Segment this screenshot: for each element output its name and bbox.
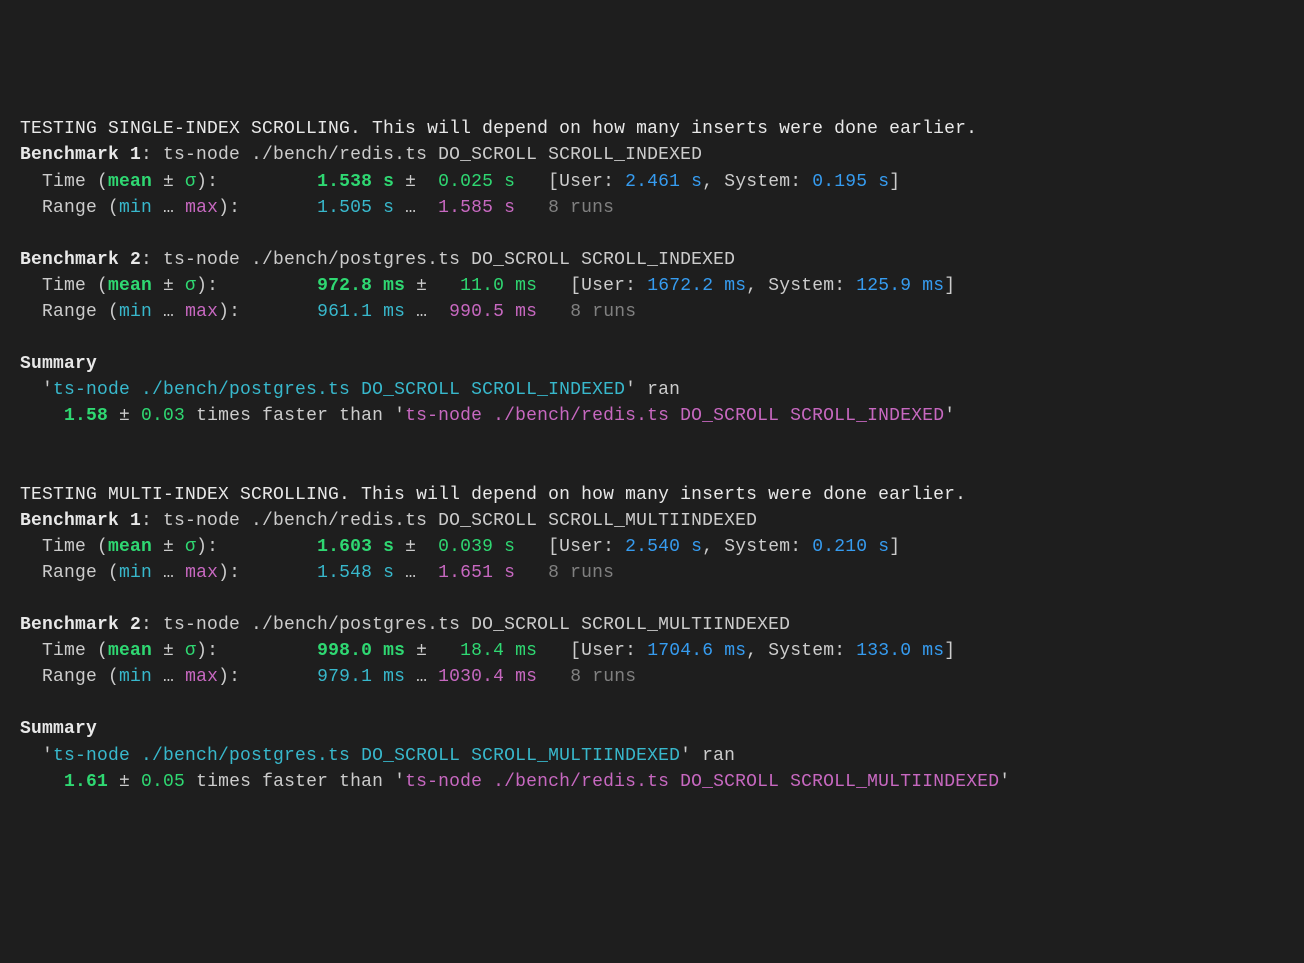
blank-line [20, 325, 1284, 351]
summary-header: Summary [20, 351, 1284, 377]
range-line: Range (min … max): 1.548 s … 1.651 s 8 r… [20, 560, 1284, 586]
benchmark-section: TESTING SINGLE-INDEX SCROLLING. This wil… [20, 116, 1284, 429]
time-line: Time (mean ± σ): 998.0 ms ± 18.4 ms [Use… [20, 638, 1284, 664]
benchmark-header: Benchmark 2: ts-node ./bench/postgres.ts… [20, 612, 1284, 638]
time-line: Time (mean ± σ): 972.8 ms ± 11.0 ms [Use… [20, 273, 1284, 299]
section-header: TESTING MULTI-INDEX SCROLLING. This will… [20, 482, 1284, 508]
section-header: TESTING SINGLE-INDEX SCROLLING. This wil… [20, 116, 1284, 142]
blank-line [20, 456, 1284, 482]
blank-line [20, 221, 1284, 247]
benchmark-header: Benchmark 1: ts-node ./bench/redis.ts DO… [20, 508, 1284, 534]
range-line: Range (min … max): 961.1 ms … 990.5 ms 8… [20, 299, 1284, 325]
time-line: Time (mean ± σ): 1.603 s ± 0.039 s [User… [20, 534, 1284, 560]
blank-line [20, 690, 1284, 716]
summary-factor: 1.58 ± 0.03 times faster than 'ts-node .… [20, 403, 1284, 429]
summary-factor: 1.61 ± 0.05 times faster than 'ts-node .… [20, 769, 1284, 795]
terminal-output: TESTING SINGLE-INDEX SCROLLING. This wil… [20, 116, 1284, 794]
summary-winner: 'ts-node ./bench/postgres.ts DO_SCROLL S… [20, 743, 1284, 769]
benchmark-section: TESTING MULTI-INDEX SCROLLING. This will… [20, 482, 1284, 795]
benchmark-header: Benchmark 2: ts-node ./bench/postgres.ts… [20, 247, 1284, 273]
summary-winner: 'ts-node ./bench/postgres.ts DO_SCROLL S… [20, 377, 1284, 403]
benchmark-header: Benchmark 1: ts-node ./bench/redis.ts DO… [20, 142, 1284, 168]
range-line: Range (min … max): 1.505 s … 1.585 s 8 r… [20, 195, 1284, 221]
time-line: Time (mean ± σ): 1.538 s ± 0.025 s [User… [20, 169, 1284, 195]
blank-line [20, 586, 1284, 612]
range-line: Range (min … max): 979.1 ms … 1030.4 ms … [20, 664, 1284, 690]
summary-header: Summary [20, 716, 1284, 742]
